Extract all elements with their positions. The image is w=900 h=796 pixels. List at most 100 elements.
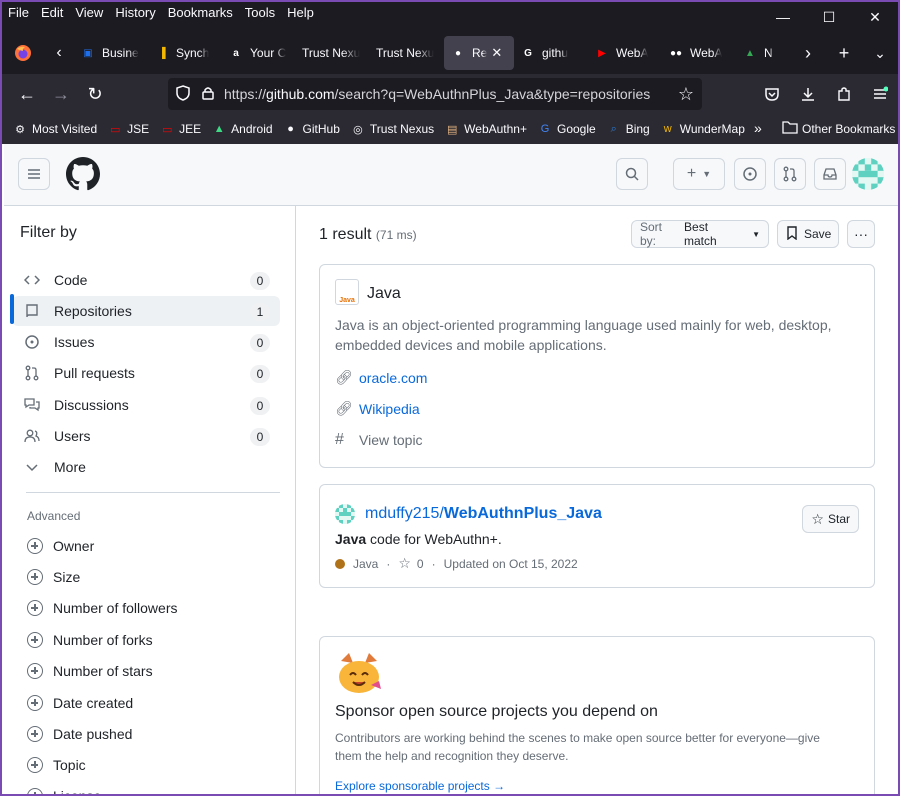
tab-scroll-left-icon[interactable]: ‹ [44, 32, 74, 74]
new-tab-plus-icon[interactable]: + [826, 43, 862, 64]
save-search-button[interactable]: Save [777, 220, 839, 248]
bookmark-item[interactable]: G Google [537, 121, 596, 137]
repo-updated: Updated on Oct 15, 2022 [443, 556, 578, 571]
bookmark-item[interactable]: ▤ WebAuthn+ [444, 121, 527, 137]
menu-view[interactable]: View [75, 5, 103, 20]
url-text[interactable]: https://github.com/search?q=WebAuthnPlus… [224, 86, 650, 102]
topic-link-wikipedia[interactable]: 🔗︎ Wikipedia [335, 400, 420, 417]
download-icon[interactable] [790, 78, 826, 110]
menu-help[interactable]: Help [287, 5, 314, 20]
inbox-icon-button[interactable] [814, 158, 846, 190]
tab-scroll-right-icon[interactable]: › [790, 43, 826, 64]
tab-7[interactable]: ▶ WebA [588, 36, 662, 70]
sponsor-title: Sponsor open source projects you depend … [335, 703, 658, 720]
oracle-icon: ▭ [109, 123, 121, 136]
menu-edit[interactable]: Edit [41, 5, 63, 20]
advanced-filter-date-pushed[interactable]: Date pushed [27, 726, 132, 742]
bookmark-item[interactable]: ◎ Trust Nexus [350, 121, 434, 137]
topic-title[interactable]: Java [367, 285, 401, 303]
more-options-button[interactable]: ··· [847, 220, 875, 248]
bookmark-label: JEE [179, 122, 202, 136]
oracle-icon: ▭ [161, 123, 173, 136]
bookmark-item[interactable]: ▭ JEE [159, 121, 201, 137]
advanced-filter-label: Number of stars [53, 663, 153, 679]
bookmark-item[interactable]: ▭ JSE [107, 121, 149, 137]
sidebar-item-repositories[interactable]: Repositories 1 [12, 296, 280, 326]
menu-file[interactable]: File [8, 5, 29, 20]
advanced-filter-date-created[interactable]: Date created [27, 695, 133, 711]
github-logo-icon[interactable] [66, 157, 100, 196]
firefox-logo-icon[interactable] [2, 32, 44, 74]
sidebar-item-code[interactable]: Code 0 [12, 265, 280, 295]
list-all-tabs-chevron-icon[interactable]: ⌄ [862, 45, 898, 62]
create-new-button[interactable]: + ▼ [673, 158, 725, 190]
tab-8[interactable]: ●● WebA [662, 36, 736, 70]
star-outline-icon[interactable]: ☆ [398, 555, 411, 572]
advanced-filter-license[interactable]: License [27, 788, 101, 794]
advanced-filter-number-of-stars[interactable]: Number of stars [27, 663, 153, 679]
repo-result-card: mduffy215/WebAuthnPlus_Java Java code fo… [319, 484, 875, 588]
star-button[interactable]: ☆ Star [802, 505, 859, 533]
menu-bookmarks[interactable]: Bookmarks [168, 5, 233, 20]
maximize-button[interactable]: ☐ [806, 2, 852, 32]
pull-requests-icon-button[interactable] [774, 158, 806, 190]
forward-arrow-icon[interactable]: → [44, 78, 78, 110]
menu-tools[interactable]: Tools [245, 5, 275, 20]
advanced-filter-size[interactable]: Size [27, 569, 80, 585]
menu-history[interactable]: History [115, 5, 155, 20]
bookmarks-toolbar: ⚙ Most Visited ▭ JSE ▭ JEE ▲ Android ● GitHub ◎ Tru… [2, 114, 898, 144]
topic-link-oracle[interactable]: 🔗︎ oracle.com [335, 369, 427, 386]
minimize-button[interactable]: — [760, 2, 806, 32]
sidebar-item-pull-requests[interactable]: Pull requests 0 [12, 358, 280, 388]
topic-card: Java Java Java is an object-oriented pro… [319, 264, 875, 468]
tab-0[interactable]: ▣ Busine [74, 36, 148, 70]
close-window-button[interactable]: ✕ [852, 2, 898, 32]
close-tab-icon[interactable]: ✕ [491, 45, 502, 61]
advanced-filter-topic[interactable]: Topic [27, 757, 86, 773]
sidebar-item-issues[interactable]: Issues 0 [12, 327, 280, 357]
advanced-filter-owner[interactable]: Owner [27, 538, 94, 554]
youtube-icon: ▶ [598, 47, 606, 59]
issues-icon-button[interactable] [734, 158, 766, 190]
sidebar-item-users[interactable]: Users 0 [12, 421, 280, 451]
bookmark-item[interactable]: ● GitHub [283, 121, 340, 137]
repo-stars[interactable]: 0 [417, 557, 424, 571]
tab-label: Busine [102, 46, 139, 60]
explore-sponsorable-link[interactable]: Explore sponsorable projects → [335, 779, 505, 793]
tab-2[interactable]: a Your C [222, 36, 296, 70]
pocket-icon[interactable] [754, 78, 790, 110]
extensions-icon[interactable] [826, 78, 862, 110]
github-icon: ● [454, 47, 462, 59]
shield-icon[interactable] [176, 84, 190, 104]
sidebar-item-discussions[interactable]: Discussions 0 [12, 390, 280, 420]
app-menu-icon[interactable] [862, 78, 898, 110]
tab-1[interactable]: ▐ Synch [148, 36, 222, 70]
lock-icon[interactable] [202, 86, 214, 103]
advanced-filter-number-of-followers[interactable]: Number of followers [27, 600, 178, 616]
tab-5[interactable]: ● Re ✕ [444, 36, 514, 70]
tab-4[interactable]: Trust Nexu [370, 36, 444, 70]
bookmark-item[interactable]: ▲ Android [211, 121, 273, 137]
bookmark-item[interactable]: w WunderMap [660, 121, 745, 137]
search-button[interactable] [616, 158, 648, 190]
back-arrow-icon[interactable]: ← [10, 78, 44, 110]
tab-6[interactable]: Ggithu [514, 36, 588, 70]
users-icon [24, 428, 40, 444]
hamburger-menu-button[interactable] [18, 158, 50, 190]
bookmark-item[interactable]: ⚙ Most Visited [12, 121, 97, 137]
bookmarks-overflow-icon[interactable]: » [754, 120, 762, 136]
bookmark-star-icon[interactable]: ☆ [678, 84, 694, 105]
advanced-filter-number-of-forks[interactable]: Number of forks [27, 632, 153, 648]
sidebar-item-more[interactable]: More [12, 452, 280, 482]
sort-dropdown[interactable]: Sort by: Best match ▼ [631, 220, 769, 248]
repo-name-link[interactable]: mduffy215/WebAuthnPlus_Java [365, 505, 602, 523]
user-avatar[interactable] [852, 158, 884, 190]
reload-icon[interactable]: ↻ [78, 78, 112, 110]
url-bar[interactable]: https://github.com/search?q=WebAuthnPlus… [168, 78, 702, 110]
bookmark-item[interactable]: ⌕ Bing [606, 121, 650, 137]
tab-3[interactable]: Trust Nexu [296, 36, 370, 70]
java-logo-icon: Java [335, 279, 359, 305]
other-bookmarks[interactable]: Other Bookmarks [782, 120, 895, 137]
language-color-dot [335, 558, 345, 569]
view-topic-link[interactable]: # View topic [335, 431, 423, 449]
